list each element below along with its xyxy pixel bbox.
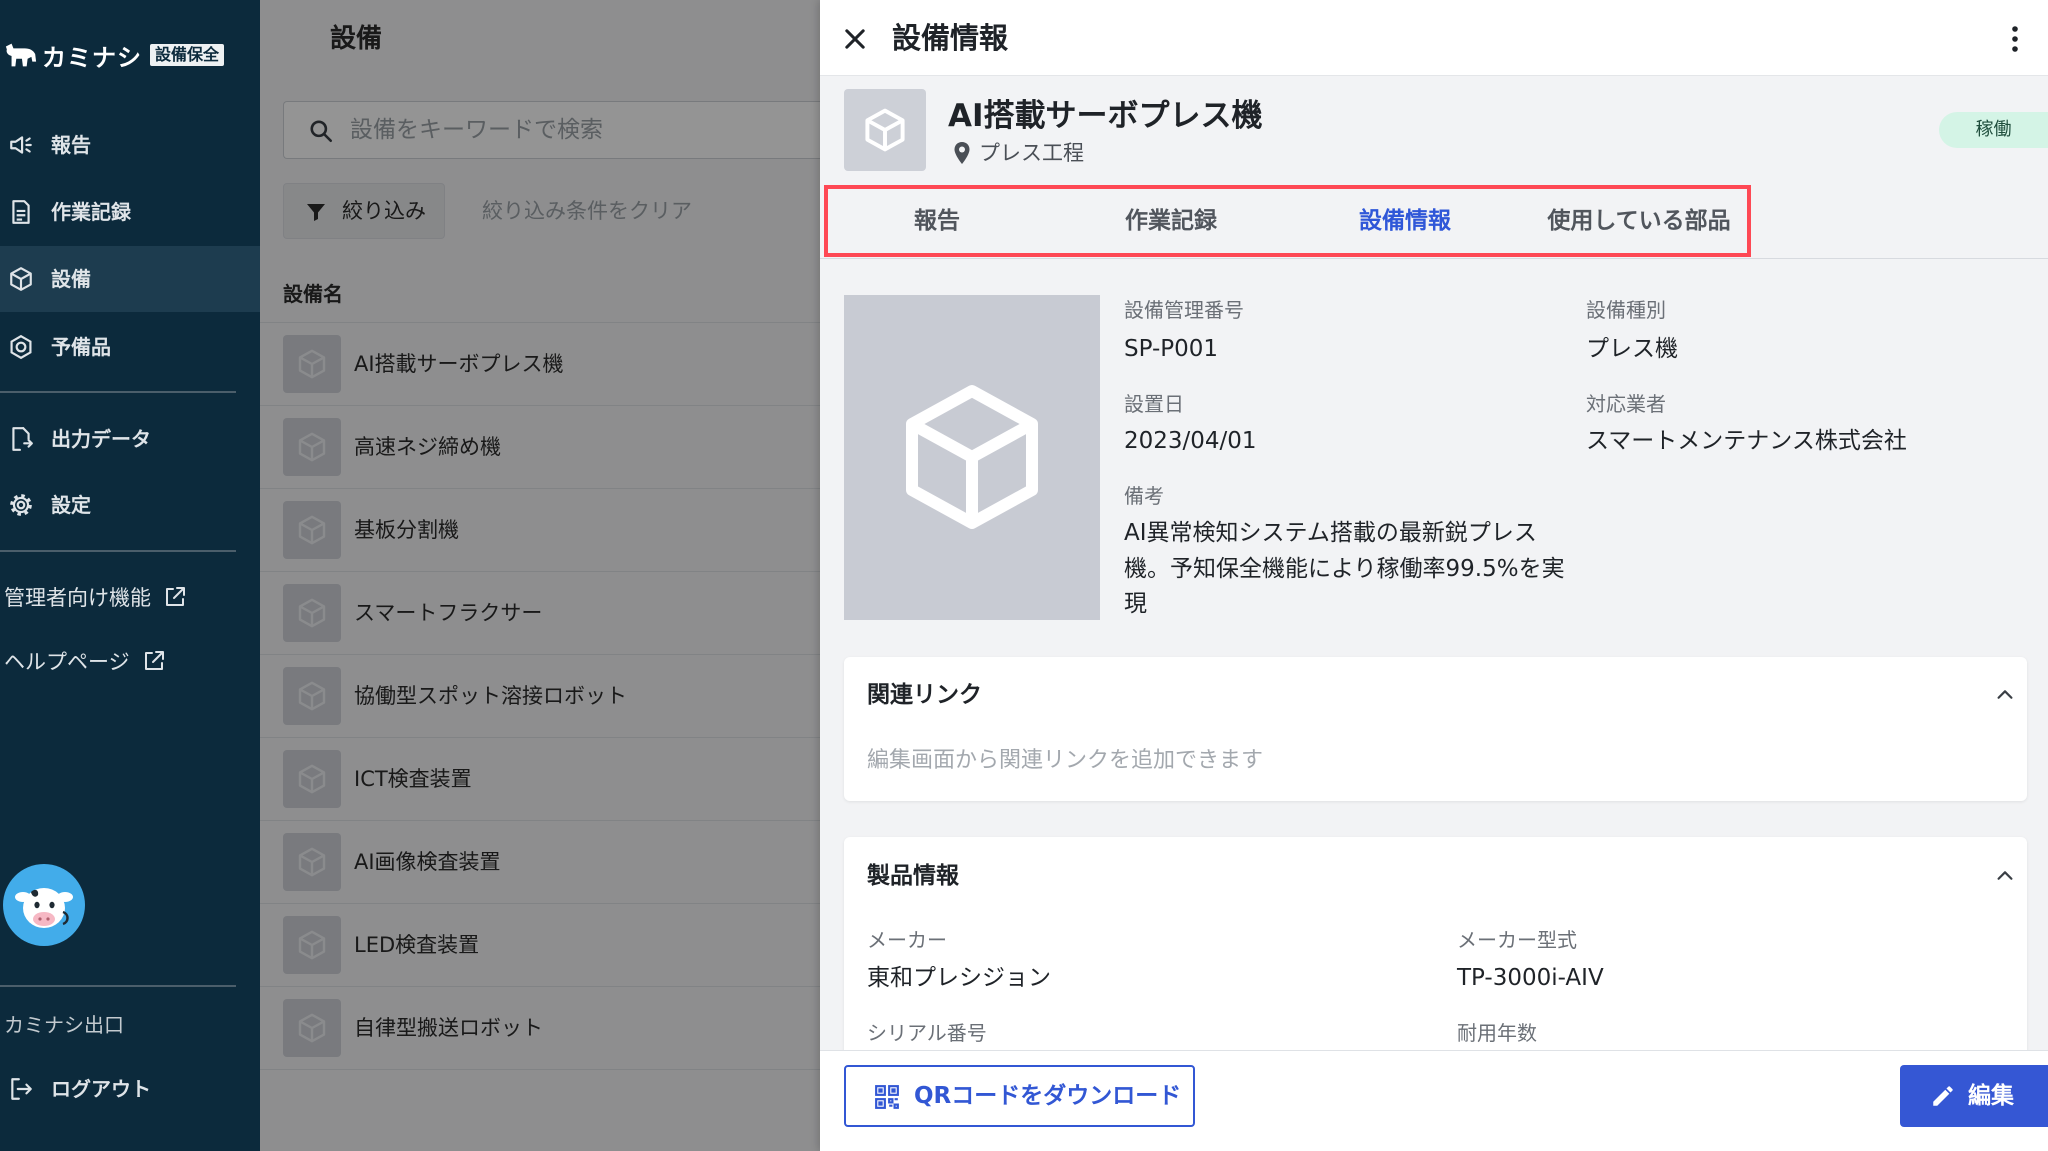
more-vertical-icon[interactable] (2006, 24, 2024, 54)
tab-equipment-info[interactable]: 設備情報 (1288, 183, 1522, 259)
sidebar-link-help[interactable]: ヘルプページ (4, 646, 166, 676)
sidebar-item-settings[interactable]: 設定 (0, 472, 260, 538)
chat-assistant-avatar[interactable] (3, 864, 85, 946)
sidebar-item-spare-parts[interactable]: 予備品 (0, 314, 260, 380)
equipment-name-heading: AI搭載サーボプレス機 (948, 98, 1263, 134)
sidebar-item-label: 設備 (51, 267, 91, 291)
edit-button-label: 編集 (1968, 1083, 2014, 1109)
sidebar: カミナシ 設備保全 報告 作業記録 設備 予備品 出力データ 設定 管理者向け機… (0, 0, 260, 1151)
chevron-up-icon[interactable] (1994, 684, 2016, 706)
status-badge: 稼働 (1939, 112, 2048, 148)
equipment-detail-panel: 設備情報 AI搭載サーボプレス機 プレス工程 稼働 報告 作業記録 設備情報 使… (820, 0, 2048, 1151)
nut-icon (10, 334, 32, 360)
service-life-label: 耐用年数 (1457, 1021, 1537, 1045)
model-number-value: TP-3000i-AIV (1457, 965, 1604, 991)
sidebar-link-label: 管理者向け機能 (4, 586, 151, 610)
logout-button[interactable]: ログアウト (0, 1056, 260, 1122)
sidebar-item-work-records[interactable]: 作業記録 (0, 179, 260, 245)
sidebar-divider (0, 550, 236, 552)
notes-value: AI異常検知システム搭載の最新鋭プレス機。予知保全機能により稼働率99.5%を実… (1124, 520, 1565, 617)
sidebar-link-admin[interactable]: 管理者向け機能 (4, 582, 187, 612)
external-link-icon (144, 651, 164, 670)
management-number-value: SP-P001 (1124, 336, 1219, 362)
kaminashi-exit-link[interactable]: カミナシ出口 (4, 1010, 124, 1040)
related-links-card: 関連リンク 編集画面から関連リンクを追加できます (844, 657, 2027, 801)
equipment-type-value: プレス機 (1586, 336, 1678, 362)
serial-number-label: シリアル番号 (867, 1021, 987, 1045)
panel-footer: QRコードをダウンロード 編集 (820, 1050, 2048, 1151)
manufacturer-value: 東和プレシジョン (867, 965, 1051, 991)
sidebar-item-label: 出力データ (51, 427, 151, 451)
install-date-label: 設置日 (1124, 392, 1184, 416)
gear-icon (10, 494, 32, 516)
tab-parts-in-use[interactable]: 使用している部品 (1522, 183, 1756, 259)
logo-badge: 設備保全 (150, 44, 225, 66)
logo-text: カミナシ (42, 43, 142, 72)
sidebar-item-label: 作業記録 (51, 200, 131, 224)
megaphone-icon (10, 136, 32, 154)
panel-title: 設備情報 (892, 21, 1009, 55)
sidebar-item-export-data[interactable]: 出力データ (0, 406, 260, 472)
edit-button[interactable]: 編集 (1900, 1065, 2048, 1127)
equipment-photo-placeholder (844, 295, 1100, 620)
location-pin-icon (954, 142, 970, 164)
sidebar-item-label: 設定 (51, 493, 91, 517)
file-export-icon (12, 427, 33, 451)
management-number-label: 設備管理番号 (1124, 298, 1244, 322)
chevron-up-icon[interactable] (1994, 865, 2016, 887)
qr-download-label: QRコードをダウンロード (914, 1083, 1182, 1109)
related-links-empty-hint: 編集画面から関連リンクを追加できます (867, 748, 1264, 773)
equipment-icon (844, 89, 926, 171)
cow-logo-icon (5, 43, 37, 67)
model-number-label: メーカー型式 (1457, 928, 1577, 952)
equipment-location: プレス工程 (953, 139, 1084, 167)
cube-icon (865, 108, 905, 152)
sidebar-item-label: 予備品 (51, 335, 111, 359)
modal-overlay[interactable] (260, 0, 820, 1151)
sidebar-item-equipment[interactable]: 設備 (0, 246, 260, 312)
app-root: カミナシ 設備保全 報告 作業記録 設備 予備品 出力データ 設定 管理者向け機… (0, 0, 2048, 1151)
tab-reports[interactable]: 報告 (820, 183, 1054, 259)
logout-label: ログアウト (51, 1077, 151, 1101)
logout-icon (11, 1078, 32, 1100)
qr-download-button[interactable]: QRコードをダウンロード (844, 1065, 1195, 1127)
external-link-icon (166, 587, 185, 606)
tab-work-records[interactable]: 作業記録 (1054, 183, 1288, 259)
related-links-title: 関連リンク (867, 682, 982, 708)
pencil-icon (1933, 1086, 1953, 1106)
vendor-value: スマートメンテナンス株式会社 (1586, 428, 1907, 454)
qr-code-icon (875, 1085, 899, 1109)
cow-mascot-icon (15, 888, 73, 928)
cube-icon (10, 267, 32, 291)
product-info-title: 製品情報 (867, 863, 959, 889)
equipment-type-label: 設備種別 (1586, 298, 1666, 322)
sidebar-divider (0, 391, 236, 393)
sidebar-link-label: ヘルプページ (4, 650, 130, 674)
manufacturer-label: メーカー (867, 928, 947, 952)
install-date-value: 2023/04/01 (1124, 428, 1257, 454)
equipment-location-text: プレス工程 (979, 141, 1084, 165)
cube-icon (906, 385, 1038, 529)
sidebar-item-reports[interactable]: 報告 (0, 112, 260, 178)
sidebar-divider (0, 985, 236, 987)
detail-tabs: 報告 作業記録 設備情報 使用している部品 (820, 183, 2048, 259)
panel-header: 設備情報 (820, 0, 2048, 76)
app-logo[interactable]: カミナシ 設備保全 (4, 38, 225, 72)
vendor-label: 対応業者 (1586, 392, 1666, 416)
document-icon (12, 200, 30, 224)
close-icon[interactable] (841, 25, 869, 53)
sidebar-item-label: 報告 (51, 133, 91, 157)
notes-label: 備考 (1124, 484, 1164, 508)
